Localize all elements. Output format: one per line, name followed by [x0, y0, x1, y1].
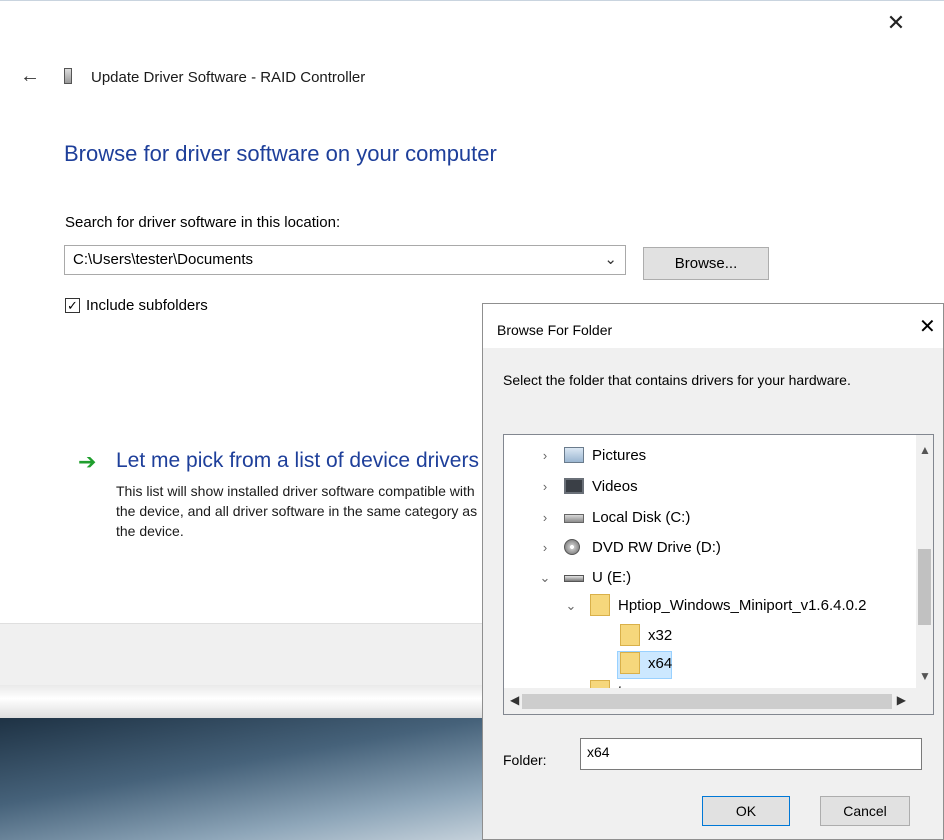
scroll-up-icon[interactable]: ▲: [919, 443, 931, 457]
usb-drive-icon: [564, 575, 584, 582]
expand-chevron-icon[interactable]: ›: [538, 540, 552, 555]
tree-item-label[interactable]: Hptiop_Windows_Miniport_v1.6.4.0.2: [618, 597, 866, 614]
wizard-close-icon[interactable]: ✕: [884, 11, 908, 35]
expand-chevron-icon[interactable]: ›: [538, 479, 552, 494]
folder-input[interactable]: x64: [580, 738, 922, 770]
tree-item-label[interactable]: x64: [648, 655, 672, 672]
path-value[interactable]: C:\Users\tester\Documents: [73, 251, 253, 268]
tree-item-label[interactable]: Local Disk (C:): [592, 509, 690, 526]
device-icon: [64, 68, 72, 84]
cancel-button[interactable]: Cancel: [820, 796, 910, 826]
vertical-scroll-thumb[interactable]: [918, 549, 931, 625]
scroll-left-icon[interactable]: ◀: [510, 693, 519, 707]
tree-item-label[interactable]: DVD RW Drive (D:): [592, 539, 721, 556]
tree-item-label[interactable]: Videos: [592, 478, 638, 495]
browse-for-folder-dialog: Browse For Folder ✕ Select the folder th…: [482, 303, 944, 840]
pictures-folder-icon: [564, 447, 584, 463]
pick-from-list-description: This list will show installed driver sof…: [116, 483, 478, 539]
folder-tree[interactable]: › Pictures › Videos › Local Disk (C:) › …: [503, 434, 934, 715]
browse-button[interactable]: Browse...: [643, 247, 769, 280]
tree-item-label[interactable]: x32: [648, 627, 672, 644]
collapse-chevron-icon[interactable]: ⌄: [538, 570, 552, 586]
include-subfolders-checkbox[interactable]: ✓: [65, 298, 80, 313]
folder-icon: [590, 594, 610, 616]
vertical-scrollbar[interactable]: ▲ ▼: [916, 435, 933, 689]
chevron-down-icon[interactable]: ⌄: [604, 250, 617, 268]
dialog-title: Browse For Folder: [497, 322, 613, 338]
wizard-title: Update Driver Software - RAID Controller: [91, 69, 366, 86]
green-arrow-icon: ➔: [78, 449, 97, 474]
folder-icon: [620, 652, 640, 674]
page-heading: Browse for driver software on your compu…: [64, 141, 497, 166]
include-subfolders-label[interactable]: Include subfolders: [86, 297, 208, 314]
horizontal-scroll-thumb[interactable]: [522, 694, 892, 709]
expand-chevron-icon[interactable]: ›: [538, 448, 552, 463]
dialog-titlebar: Browse For Folder ✕: [483, 304, 943, 348]
expand-chevron-icon[interactable]: ›: [538, 510, 552, 525]
tree-item-label[interactable]: U (E:): [592, 569, 631, 586]
collapse-chevron-icon[interactable]: ⌄: [564, 598, 578, 614]
videos-folder-icon: [564, 478, 584, 494]
scroll-down-icon[interactable]: ▼: [919, 669, 931, 683]
horizontal-scrollbar[interactable]: ◀ ▶: [504, 688, 933, 714]
scroll-right-icon[interactable]: ▶: [897, 693, 906, 707]
dialog-prompt: Select the folder that contains drivers …: [503, 372, 851, 388]
path-combobox[interactable]: C:\Users\tester\Documents ⌄: [64, 245, 626, 275]
search-location-label: Search for driver software in this locat…: [65, 214, 341, 231]
folder-field-label: Folder:: [503, 752, 547, 768]
dialog-close-icon[interactable]: ✕: [919, 314, 936, 339]
dvd-drive-icon: [564, 539, 580, 555]
local-disk-icon: [564, 514, 584, 523]
ok-button[interactable]: OK: [702, 796, 790, 826]
tree-item-label[interactable]: Pictures: [592, 447, 646, 464]
back-arrow-icon[interactable]: ←: [20, 65, 40, 88]
folder-icon: [620, 624, 640, 646]
